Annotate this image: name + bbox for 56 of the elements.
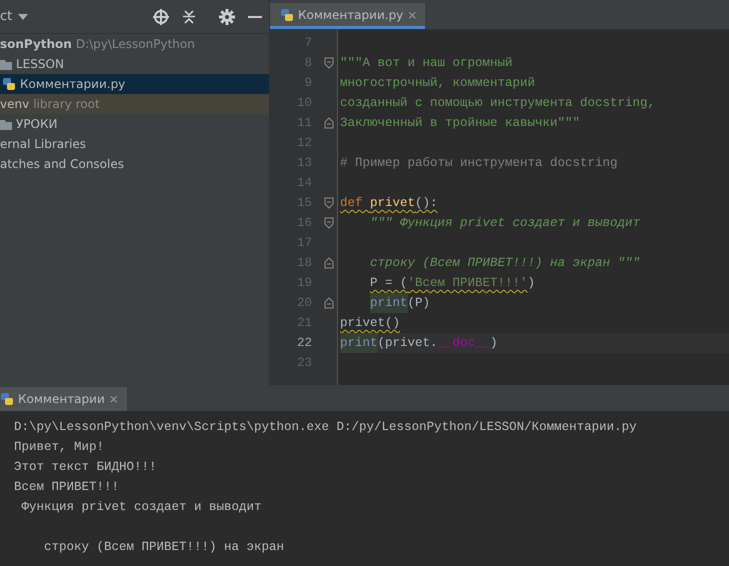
- tree-item[interactable]: LESSON: [0, 54, 269, 74]
- code-token: (privet.: [378, 335, 438, 352]
- code-token: (P): [408, 295, 430, 312]
- python-file-icon: [2, 77, 16, 91]
- code-token: """ Функция privet создает и выводит: [370, 215, 640, 232]
- fold-marker-icon[interactable]: [324, 297, 334, 309]
- fold-marker-icon[interactable]: [324, 217, 334, 229]
- panel-title[interactable]: ct: [0, 6, 12, 26]
- code-token: def: [340, 195, 364, 212]
- console-output-line: Всем ПРИВЕТ!!!: [14, 479, 120, 496]
- console-output-line: Привет, Мир!: [14, 439, 106, 456]
- tree-item-hint: D:\py\LessonPython: [76, 36, 195, 53]
- code-token: Заключенный в тройные кавычки""": [340, 115, 580, 132]
- fold-marker-icon[interactable]: [324, 117, 334, 129]
- code-token: privet: [370, 195, 416, 212]
- code-token: ():: [415, 195, 438, 212]
- locate-icon[interactable]: [153, 8, 169, 24]
- code-token: 'Всем ПРИВЕТ!!!': [408, 275, 528, 292]
- tree-item[interactable]: УРОКИ: [0, 114, 269, 134]
- fold-marker-icon[interactable]: [324, 257, 334, 269]
- python-file-icon: [0, 392, 14, 406]
- code-token: строку (Всем ПРИВЕТ!!!) на экран """: [370, 255, 640, 272]
- code-token: __doc__: [438, 335, 490, 352]
- collapse-all-icon[interactable]: [181, 8, 197, 24]
- folder-icon: [0, 118, 12, 130]
- code-token: P = (: [370, 275, 408, 292]
- python-file-icon: [280, 8, 294, 22]
- code-token: созданный с помощью инструмента docstring,: [340, 95, 656, 112]
- code-token: print: [370, 293, 408, 313]
- code-token: """А вот и наш огромный: [340, 55, 513, 72]
- console-output-line: D:\py\LessonPython\venv\Scripts\python.exe D:/py/LessonPython/LESSON/Комментарии.py: [14, 419, 638, 436]
- code-token: # Пример работы инструмента docstring: [340, 155, 618, 172]
- code-token: privet(): [340, 315, 400, 332]
- run-tab[interactable]: Комментарии ×: [0, 387, 127, 411]
- tree-item[interactable]: sonPython D:\py\LessonPython: [0, 34, 269, 54]
- settings-icon[interactable]: [219, 8, 235, 24]
- close-tab-icon[interactable]: ×: [108, 390, 119, 408]
- editor-tab[interactable]: Комментарии.py ×: [270, 3, 426, 29]
- tree-item[interactable]: Комментарии.py: [0, 74, 269, 94]
- line-number: 22: [296, 335, 313, 352]
- code-token: ): [490, 335, 498, 352]
- close-tab-icon[interactable]: ×: [407, 6, 418, 24]
- tree-item[interactable]: ernal Libraries: [0, 134, 269, 154]
- console-output-line: Этот текст БИДНО!!!: [14, 459, 158, 476]
- tree-item[interactable]: atches and Consoles: [0, 154, 269, 174]
- console-output-line: строку (Всем ПРИВЕТ!!!) на экран: [43, 539, 286, 556]
- fold-marker-icon[interactable]: [324, 197, 334, 209]
- tree-item-hint: library root: [33, 96, 100, 113]
- tree-item[interactable]: venv library root: [0, 94, 269, 114]
- code-token: многострочный, комментарий: [340, 75, 536, 92]
- folder-icon: [0, 58, 12, 70]
- console-output-line: Функция privet создает и выводит: [20, 499, 263, 516]
- fold-marker-icon[interactable]: [324, 57, 334, 69]
- dropdown-caret-icon[interactable]: [18, 14, 28, 20]
- code-token: ): [528, 275, 536, 292]
- code-token: print: [340, 333, 378, 353]
